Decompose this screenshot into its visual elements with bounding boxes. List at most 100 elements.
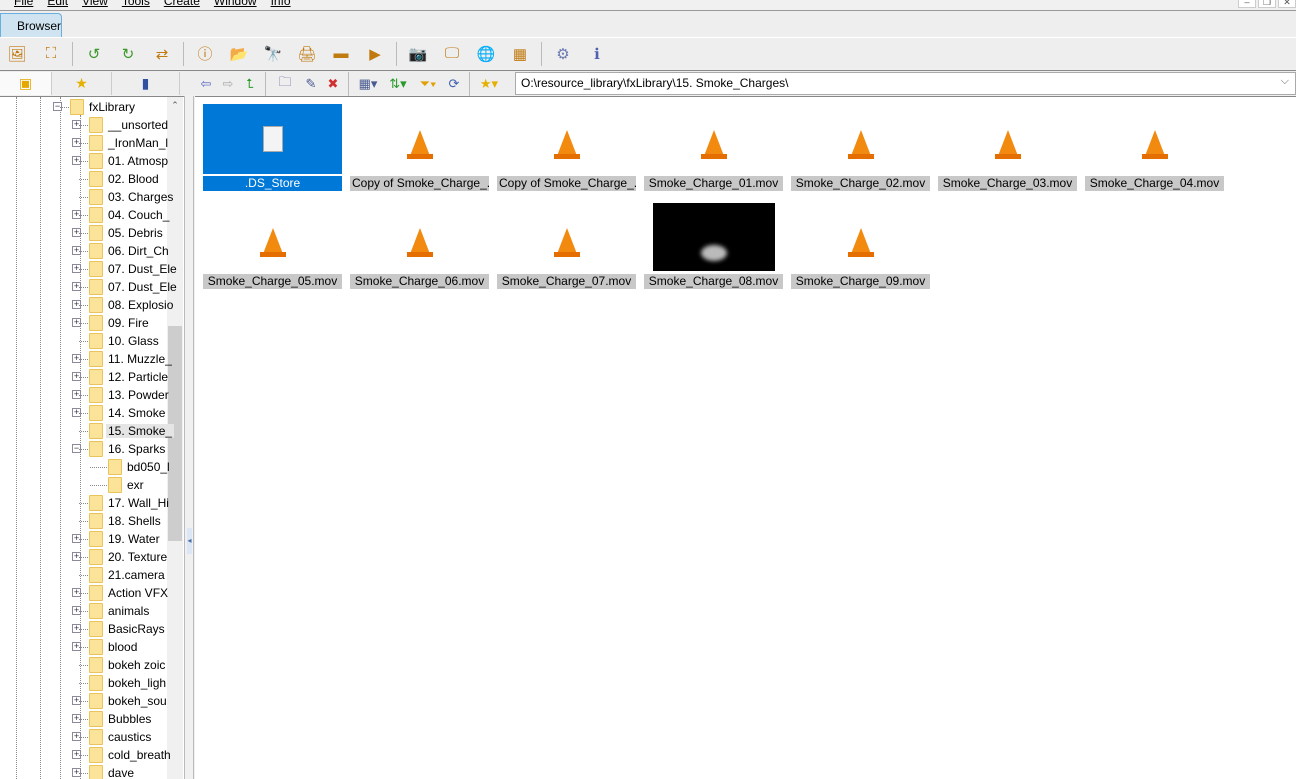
pane-splitter[interactable]: ◂ <box>184 96 194 779</box>
screenshot-button[interactable]: 📷 <box>407 43 429 65</box>
tree-item[interactable]: +09. Fire <box>0 314 167 332</box>
open-with-button[interactable]: 📂 <box>228 43 250 65</box>
minimize-button[interactable]: – <box>1238 0 1256 8</box>
folders-tab[interactable]: ▣ <box>0 72 52 95</box>
print-button[interactable]: 🖨 <box>296 43 318 65</box>
convert-button[interactable]: ⇄ <box>151 43 173 65</box>
tab-browser[interactable]: Browser <box>0 13 62 37</box>
file-item[interactable]: Smoke_Charge_07.mov <box>497 202 636 289</box>
close-button[interactable]: ✕ <box>1278 0 1296 8</box>
menu-view[interactable]: View <box>82 0 108 8</box>
tree-item[interactable]: + blood <box>0 638 167 656</box>
file-item[interactable]: Smoke_Charge_09.mov <box>791 202 930 289</box>
scan-icon: ▬ <box>333 45 349 62</box>
rename-icon[interactable]: ✎ <box>301 76 321 92</box>
tree-item[interactable]: +07. Dust_Ele <box>0 260 177 278</box>
tree-item[interactable]: exr <box>0 476 167 494</box>
tree-item[interactable]: + animals <box>0 602 167 620</box>
menu-window[interactable]: Window <box>214 0 257 8</box>
delete-icon[interactable]: ✖ <box>323 76 343 92</box>
tree-item[interactable]: +06. Dirt_Ch <box>0 242 169 260</box>
contact-sheet-button[interactable]: ▦ <box>509 43 531 65</box>
filter-icon[interactable]: ⏷▾ <box>414 76 442 92</box>
restore-button[interactable]: ❐ <box>1258 0 1276 8</box>
tree-item[interactable]: +05. Debris <box>0 224 167 242</box>
favorites-icon[interactable]: ★▾ <box>475 76 503 92</box>
wallpaper-button[interactable]: 🖵 <box>441 43 463 65</box>
file-item[interactable]: Copy of Smoke_Charge_... <box>350 104 489 191</box>
tree-item[interactable]: + bokeh_sou <box>0 692 167 710</box>
find-button[interactable]: 🔭 <box>262 43 284 65</box>
tree-item[interactable]: + caustics <box>0 728 167 746</box>
tree-item[interactable]: 18. Shells <box>0 512 167 530</box>
up-icon[interactable]: ⮤ <box>240 76 260 92</box>
tree-root-item[interactable]: − fxLibrary <box>0 98 167 116</box>
scroll-up-icon[interactable]: ⌃ <box>167 100 183 111</box>
tree-item[interactable]: +13. Powder <box>0 386 169 404</box>
rotate-right-button[interactable]: ↻ <box>117 43 139 65</box>
tree-item[interactable]: 21.camera <box>0 566 167 584</box>
settings-button[interactable]: ⚙ <box>552 43 574 65</box>
menu-tools[interactable]: Tools <box>122 0 150 8</box>
tree-item[interactable]: −16. Sparks <box>0 440 167 458</box>
tree-item[interactable]: + cold_breath <box>0 746 171 764</box>
info-button[interactable]: ℹ <box>586 43 608 65</box>
back-icon[interactable]: ⇦ <box>196 76 216 92</box>
file-item[interactable]: Smoke_Charge_08.mov <box>644 202 783 289</box>
path-input[interactable]: O:\resource_library\fxLibrary\15. Smoke_… <box>515 72 1296 95</box>
tree-item[interactable]: +07. Dust_Ele <box>0 278 177 296</box>
tree-item[interactable]: + Action VFX <box>0 584 168 602</box>
tree-item[interactable]: + dave <box>0 764 167 779</box>
tree-item[interactable]: bd050_l <box>0 458 170 476</box>
tree-item[interactable]: +19. Water <box>0 530 167 548</box>
rotate-left-button[interactable]: ↺ <box>83 43 105 65</box>
sort-icon[interactable]: ⇅▾ <box>384 76 412 92</box>
tree-item[interactable]: 15. Smoke_ <box>0 422 175 440</box>
file-item[interactable]: Smoke_Charge_06.mov <box>350 202 489 289</box>
tree-item[interactable]: 03. Charges <box>0 188 173 206</box>
file-item[interactable]: .DS_Store <box>203 104 342 191</box>
file-item[interactable]: Smoke_Charge_01.mov <box>644 104 783 191</box>
tree-item[interactable]: +01. Atmosp <box>0 152 169 170</box>
folder-icon <box>89 189 103 205</box>
menu-info[interactable]: Info <box>271 0 291 8</box>
tree-item[interactable]: + __unsorted <box>0 116 168 134</box>
chevron-down-icon[interactable]: ⌵ <box>1281 75 1289 88</box>
menu-create[interactable]: Create <box>164 0 200 8</box>
new-folder-icon[interactable]: 🗀 <box>271 73 299 95</box>
tree-item-label: 01. Atmosp <box>108 154 169 168</box>
tree-item[interactable]: + BasicRays <box>0 620 167 638</box>
view-mode-icon[interactable]: ▦▾ <box>354 76 382 92</box>
file-item[interactable]: Smoke_Charge_03.mov <box>938 104 1077 191</box>
file-item[interactable]: Copy of Smoke_Charge_... <box>497 104 636 191</box>
tree-item[interactable]: + Bubbles <box>0 710 167 728</box>
tree-item[interactable]: +14. Smoke <box>0 404 167 422</box>
tree-item[interactable]: +20. Texture <box>0 548 167 566</box>
tree-item[interactable]: 17. Wall_Hi <box>0 494 169 512</box>
file-item[interactable]: Smoke_Charge_02.mov <box>791 104 930 191</box>
tree-item[interactable]: 10. Glass <box>0 332 167 350</box>
web-button[interactable]: 🌐 <box>475 43 497 65</box>
tree-item[interactable]: + _IronMan_l <box>0 134 168 152</box>
file-item[interactable]: Smoke_Charge_04.mov <box>1085 104 1224 191</box>
tree-item[interactable]: +12. Particle <box>0 368 168 386</box>
tree-item[interactable]: +08. Explosio <box>0 296 173 314</box>
menu-edit[interactable]: Edit <box>47 0 68 8</box>
scan-button[interactable]: ▬ <box>330 43 352 65</box>
tree-item[interactable]: bokeh zoic <box>0 656 167 674</box>
slideshow-button[interactable]: ▶ <box>364 43 386 65</box>
tree-item[interactable]: 02. Blood <box>0 170 167 188</box>
file-item[interactable]: Smoke_Charge_05.mov <box>203 202 342 289</box>
collapse-arrow-icon[interactable]: ◂ <box>187 528 192 554</box>
catalog-tab[interactable]: ▮ <box>112 72 180 95</box>
menu-file[interactable]: File <box>14 0 33 8</box>
tree-item[interactable]: +11. Muzzle_ <box>0 350 172 368</box>
favorites-tab[interactable]: ★ <box>52 72 112 95</box>
view-image-button[interactable]: 🖼 <box>6 43 28 65</box>
fullscreen-button[interactable]: ⛶ <box>40 43 62 65</box>
tree-item[interactable]: +04. Couch_ <box>0 206 169 224</box>
properties-button[interactable]: ⓘ <box>194 43 216 65</box>
forward-icon[interactable]: ⇨ <box>218 76 238 92</box>
tree-item[interactable]: bokeh_ligh <box>0 674 167 692</box>
refresh-icon[interactable]: ⟳ <box>444 76 464 92</box>
